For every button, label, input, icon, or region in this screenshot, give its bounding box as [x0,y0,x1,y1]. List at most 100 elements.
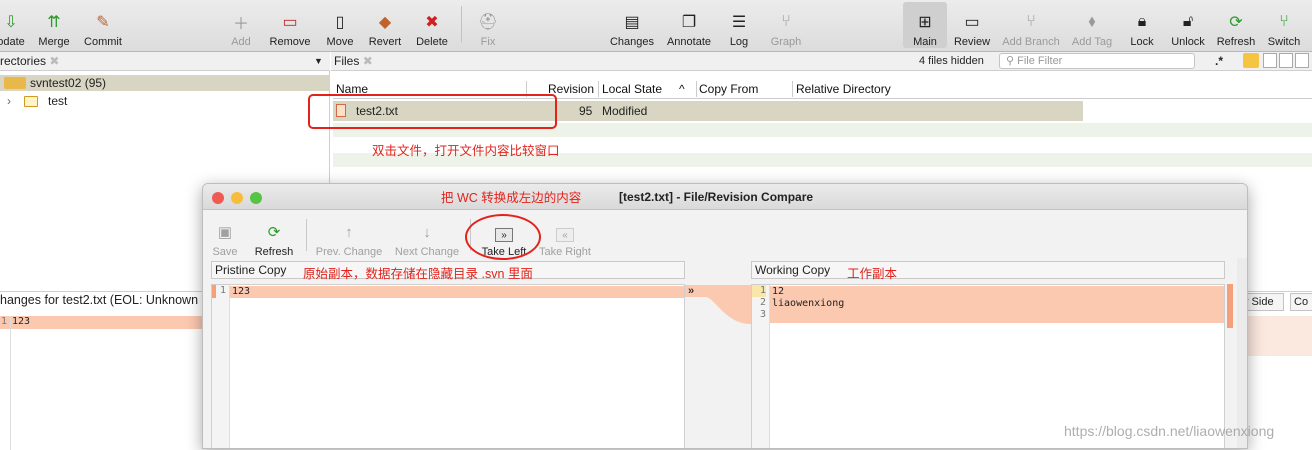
chevron-down-icon[interactable]: ▼ [314,52,323,70]
folder-filter-icon[interactable] [1243,53,1259,68]
changed-line: 1 123 [0,316,210,329]
close-icon[interactable]: ✖ [49,54,59,68]
file-view-icon[interactable] [1295,53,1309,68]
line-gutter: 1 [212,285,230,448]
changes-button[interactable]: ▤ Changes [608,2,656,48]
switch-icon: ⑂ [1279,13,1289,30]
diff-region [1246,316,1312,356]
annotation-pristine: 原始副本，数据存储在隐藏目录 .svn 里面 [303,267,533,281]
arrow-up-icon: ↑ [345,223,353,241]
merge-icon: ⇈ [47,14,61,31]
column-divider [696,81,697,97]
column-divider [792,81,793,97]
lock-icon: 🔒︎ [1137,13,1147,30]
code-lines: 12 liaowenxiong [772,286,844,322]
zoom-window-button[interactable] [250,192,262,204]
save-icon: ▣ [217,224,233,241]
highlight-box [308,94,557,129]
add-button[interactable]: ＋ Add [228,2,254,48]
repo-row[interactable]: svntest02 (95) [0,75,330,91]
column-divider [598,81,599,97]
take-right-button[interactable]: « Take Right [537,214,593,258]
pristine-editor[interactable]: 1 123 [211,284,685,448]
add-tag-button[interactable]: ⬧ Add Tag [1070,2,1114,48]
file-view-icon[interactable] [1279,53,1293,68]
gutter-divider [10,316,11,450]
directories-header: rectories ✖ ▼ [0,52,330,71]
fix-button[interactable]: ⛑ Fix [474,2,502,48]
commit-icon: ✎ [96,14,110,31]
arrow-down-icon: ↓ [423,223,431,241]
unlock-icon: 🔓︎ [1182,13,1194,30]
update-button[interactable]: ⇩ odate [0,2,28,48]
close-icon[interactable]: ✖ [363,54,373,68]
annotate-icon: ❐ [681,14,697,31]
window-title: [test2.txt] - File/Revision Compare [619,190,814,204]
graph-button[interactable]: ⑂ Graph [768,2,804,48]
lock-button[interactable]: 🔒︎ Lock [1127,2,1157,48]
compare-button[interactable]: Co [1290,293,1312,311]
merge-button[interactable]: ⇈ Merge [36,2,72,48]
take-right-icon: « [556,228,574,242]
refresh-icon: ⟳ [1229,14,1243,31]
folder-row[interactable]: › test [0,93,330,109]
file-filter-input[interactable]: ⚲ File Filter [999,53,1195,69]
sort-ascending-icon: ^ [679,82,685,96]
chevron-right-icon[interactable]: › [7,94,11,108]
files-header: Files ✖ 4 files hidden ⚲ File Filter .* [331,52,1312,71]
refresh-icon: ⟳ [267,224,281,241]
code-line: 123 [232,286,251,297]
code-line: liaowenxiong [772,298,845,309]
close-window-button[interactable] [212,192,224,204]
file-view-icon[interactable] [1263,53,1277,68]
fix-icon: ⛑ [477,14,499,31]
add-branch-button[interactable]: ⑂ Add Branch [1000,2,1062,48]
add-icon: ＋ [232,16,249,33]
revert-button[interactable]: ◆ Revert [366,2,404,48]
annotation-double-click: 双击文件，打开文件内容比较窗口 [372,144,560,158]
prev-change-button[interactable]: ↑ Prev. Change [315,214,383,259]
refresh-button[interactable]: ⟳ Refresh [1215,2,1257,48]
save-button[interactable]: ▣ Save [211,214,239,258]
unlock-button[interactable]: 🔓︎ Unlock [1168,2,1208,48]
remove-icon: ▭ [282,14,298,31]
line-gutter: 1 2 3 [752,285,770,448]
working-copy-header: Working Copy [751,261,1225,279]
merge-gutter: » [685,284,751,448]
main-view-button[interactable]: ⊞ Main [903,2,947,48]
diff-line [212,286,684,298]
remove-button[interactable]: ▭ Remove [268,2,312,48]
folder-icon [24,96,38,107]
delete-button[interactable]: ✖ Delete [414,2,450,48]
switch-button[interactable]: ⑂ Switch [1265,2,1303,48]
log-icon: ☰ [731,14,747,31]
annotation-take-left: 把 WC 转换成左边的内容 [441,191,582,205]
scrollbar[interactable] [1237,258,1247,448]
review-button[interactable]: ▭ Review [952,2,992,48]
column-copy-from[interactable]: Copy From [699,79,758,99]
next-change-button[interactable]: ↓ Next Change [393,214,461,259]
minimize-window-button[interactable] [231,192,243,204]
toolbar-divider [306,219,307,251]
annotate-button[interactable]: ❐ Annotate [664,2,714,48]
hidden-count: 4 files hidden [919,55,984,67]
diff-scroll-marker [1227,284,1233,328]
graph-icon: ⑂ [781,13,791,30]
column-local-state[interactable]: Local State [602,79,662,99]
merge-marker[interactable]: » [688,285,694,297]
update-icon: ⇩ [4,14,18,31]
review-icon: ▭ [964,14,980,31]
refresh-button[interactable]: ⟳ Refresh [253,214,295,258]
column-relative-directory[interactable]: Relative Directory [796,79,891,99]
move-button[interactable]: ▯ Move [324,2,356,48]
commit-button[interactable]: ✎ Commit [82,2,124,48]
code-line: 12 [772,286,785,297]
log-button[interactable]: ☰ Log [726,2,752,48]
compare-window: [test2.txt] - File/Revision Compare ▣ Sa… [202,183,1248,449]
changes-icon: ▤ [624,14,640,31]
repository-icon [4,77,26,89]
add-branch-icon: ⑂ [1026,13,1036,30]
regex-toggle[interactable]: .* [1215,52,1223,70]
main-view-icon: ⊞ [918,14,932,31]
